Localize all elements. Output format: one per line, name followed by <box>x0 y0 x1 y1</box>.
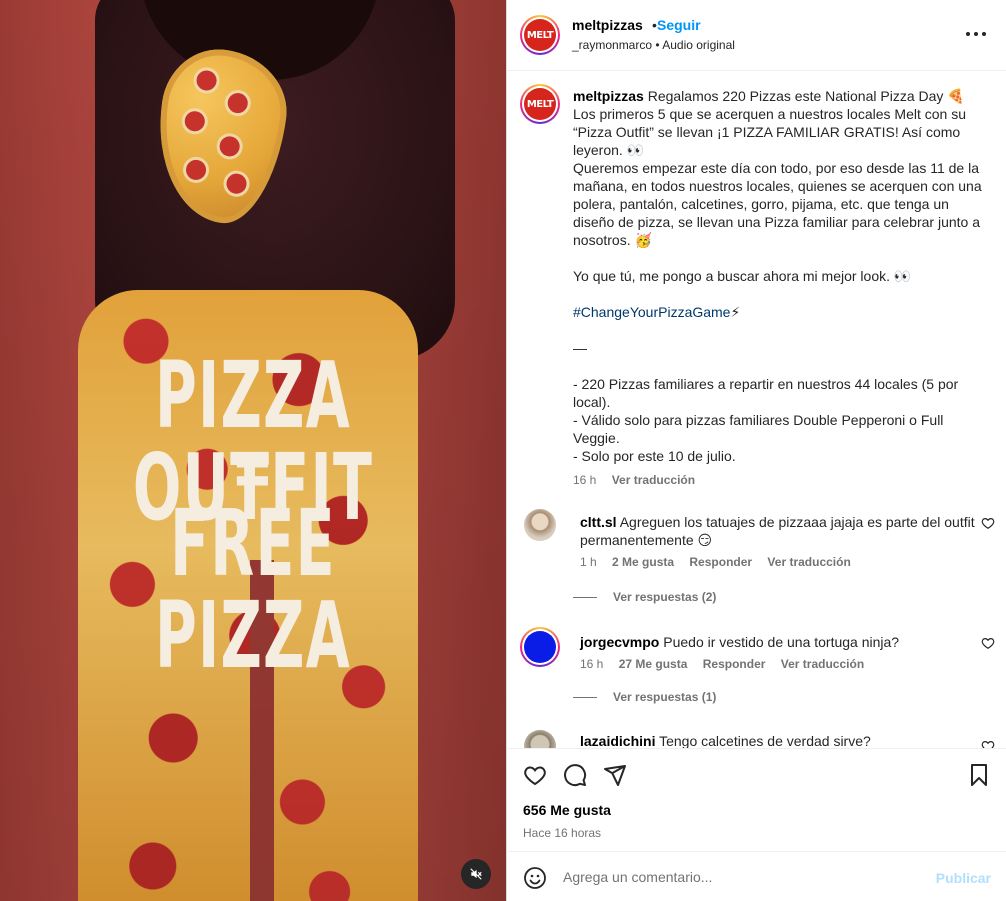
view-replies-button[interactable]: Ver respuestas (1) <box>573 690 716 704</box>
comment-text: lazaidichini Tengo calcetines de verdad … <box>580 732 980 748</box>
reply-button[interactable]: Responder <box>689 555 752 569</box>
more-options-button[interactable] <box>966 24 986 44</box>
likes-row: 656 Me gusta <box>507 796 1006 824</box>
follow-button[interactable]: Seguir <box>657 17 701 33</box>
likes-count[interactable]: 656 Me gusta <box>523 802 611 818</box>
author-avatar[interactable]: MELT <box>520 15 560 55</box>
comment-bubble-icon[interactable] <box>563 763 587 787</box>
view-replies-label: Ver respuestas (2) <box>613 590 717 604</box>
comment-likes[interactable]: 27 Me gusta <box>619 657 688 671</box>
replies-line <box>573 596 597 598</box>
comment-body: Puedo ir vestido de una tortuga ninja? <box>659 634 900 650</box>
melt-logo: MELT <box>524 88 556 120</box>
heart-icon[interactable] <box>981 739 995 748</box>
comment-likes[interactable]: 2 Me gusta <box>612 555 674 569</box>
mute-button[interactable] <box>461 859 491 889</box>
comment-time: 16 h <box>580 657 604 671</box>
view-replies-button[interactable]: Ver respuestas (2) <box>573 590 716 604</box>
more-dot-icon <box>974 32 978 36</box>
more-dot-icon <box>966 32 970 36</box>
avatar[interactable] <box>524 730 556 748</box>
author-username[interactable]: meltpizzas <box>572 17 643 33</box>
caption-translate-link[interactable]: Ver traducción <box>612 473 695 487</box>
hashtag-link[interactable]: #ChangeYourPizzaGame <box>573 304 730 320</box>
speaker-muted-icon <box>470 868 482 880</box>
more-dot-icon <box>982 32 986 36</box>
caption-time: 16 h <box>573 473 597 487</box>
post-time: Hace 16 horas <box>523 826 602 840</box>
reply-button[interactable]: Responder <box>703 657 766 671</box>
comment-body: Agreguen los tatuajes de pizzaaa jajaja … <box>580 514 975 548</box>
publish-button[interactable]: Publicar <box>936 870 991 886</box>
view-replies-label: Ver respuestas (1) <box>613 690 717 704</box>
comments-scroll-area[interactable]: MELT meltpizzas Regalamos 220 Pizzas est… <box>507 71 1006 748</box>
heart-icon[interactable] <box>981 636 995 650</box>
post-header: MELT meltpizzas • Seguir _raymonmarco • … <box>507 0 1006 71</box>
replies-line <box>573 696 597 698</box>
comment-meta: 16 h 27 Me gusta Responder Ver traducció… <box>580 657 876 671</box>
avatar[interactable] <box>520 627 560 667</box>
comment-meta: 1 h 2 Me gusta Responder Ver traducción <box>580 555 863 569</box>
emoji-icon[interactable] <box>523 866 547 890</box>
post-media[interactable]: PIZZA OUTFIT = FREE PIZZA <box>0 0 506 901</box>
caption-meta: 16 h Ver traducción <box>573 473 707 487</box>
comment-input[interactable] <box>563 866 933 888</box>
share-send-icon[interactable] <box>603 763 627 787</box>
avatar-fill <box>524 631 556 663</box>
melt-logo: MELT <box>524 19 556 51</box>
caption-avatar[interactable]: MELT <box>520 84 560 124</box>
comment-username[interactable]: cltt.sl <box>580 514 617 530</box>
post-panel: MELT meltpizzas • Seguir _raymonmarco • … <box>506 0 1006 901</box>
translate-link[interactable]: Ver traducción <box>767 555 850 569</box>
media-headline-3: FREE PIZZA <box>154 490 352 689</box>
caption-text: meltpizzas Regalamos 220 Pizzas este Nat… <box>573 87 983 465</box>
comment-time: 1 h <box>580 555 597 569</box>
avatar[interactable] <box>524 509 556 541</box>
post-actions <box>507 748 1006 796</box>
caption-body: Regalamos 220 Pizzas este National Pizza… <box>573 88 982 284</box>
comment-text: cltt.sl Agreguen los tatuajes de pizzaaa… <box>580 513 980 549</box>
comment-username[interactable]: lazaidichini <box>580 733 655 748</box>
caption-body-end: ⚡ — - 220 Pizzas familiares a repartir e… <box>573 304 959 464</box>
audio-info[interactable]: _raymonmarco • Audio original <box>572 38 735 52</box>
heart-icon[interactable] <box>981 516 995 530</box>
add-comment-bar: Publicar <box>507 851 1006 901</box>
post-time-row: Hace 16 horas <box>507 824 1006 846</box>
translate-link[interactable]: Ver traducción <box>781 657 864 671</box>
like-heart-icon[interactable] <box>523 763 547 787</box>
comment-username[interactable]: jorgecvmpo <box>580 634 659 650</box>
caption-username[interactable]: meltpizzas <box>573 88 644 104</box>
comment-body: Tengo calcetines de verdad sirve? <box>655 733 871 748</box>
save-bookmark-icon[interactable] <box>967 763 991 787</box>
comment-text: jorgecvmpo Puedo ir vestido de una tortu… <box>580 633 980 651</box>
